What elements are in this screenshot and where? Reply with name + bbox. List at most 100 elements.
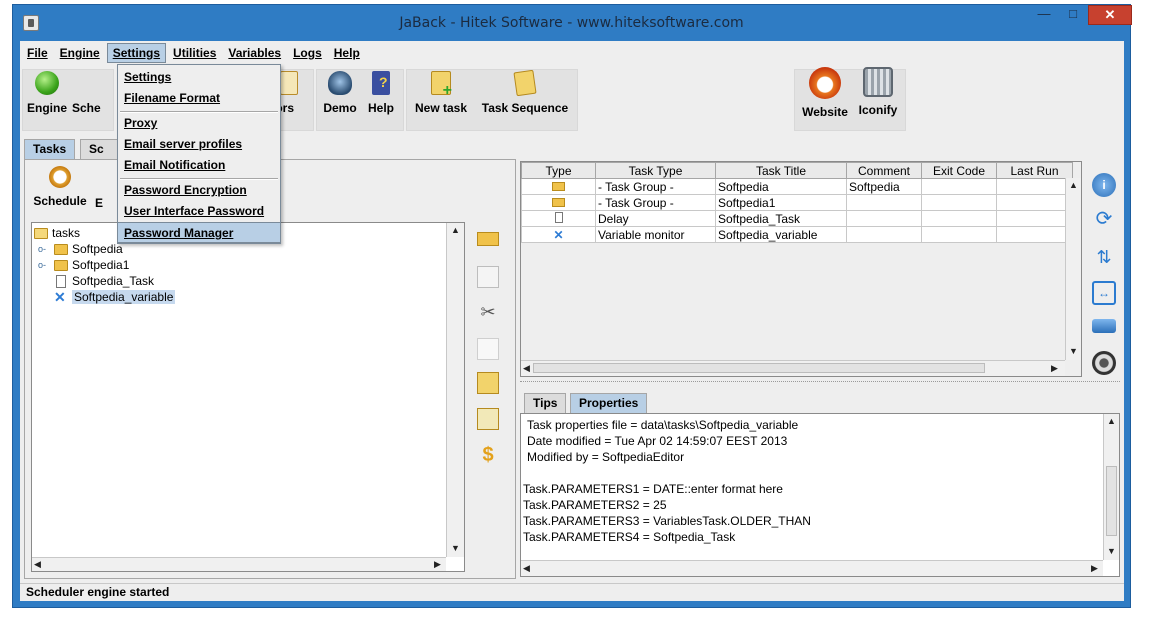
menu-utilities[interactable]: Utilities	[168, 44, 221, 62]
scroll-down-arrow[interactable]: ▼	[1107, 546, 1116, 556]
engine-button[interactable]: Engine	[26, 71, 68, 115]
splitter[interactable]	[520, 381, 1120, 385]
properties-horizontal-scrollbar[interactable]: ◀ ▶	[521, 560, 1103, 576]
schedule-toolbar-button[interactable]: Sche	[72, 71, 112, 115]
menu-item-password-encryption[interactable]: Password Encryption	[118, 180, 280, 201]
edit-icon[interactable]	[477, 372, 499, 394]
tree-item-softpedia1[interactable]: Softpedia1	[54, 257, 129, 273]
horizontal-scroll-thumb[interactable]	[533, 363, 985, 373]
tree-root[interactable]: tasks	[34, 225, 80, 241]
expand-toggle-softpedia1[interactable]: o-	[38, 261, 46, 270]
table-horizontal-scrollbar[interactable]: ◀ ▶	[521, 360, 1065, 376]
folder-icon	[54, 259, 68, 271]
new-task-button[interactable]: New task	[410, 71, 472, 115]
tree-item-softpedia-variable[interactable]: ✕ Softpedia_variable	[54, 289, 176, 305]
scroll-right-arrow[interactable]: ▶	[1051, 363, 1058, 374]
scroll-left-arrow[interactable]: ◀	[523, 363, 530, 374]
folder-icon	[54, 243, 68, 255]
property-line: Date modified = Tue Apr 02 14:59:07 EEST…	[527, 434, 788, 448]
schedule-toolbar-label: Sche	[72, 101, 101, 115]
column-header-task-type[interactable]: Task Type	[595, 162, 716, 179]
schedule-button[interactable]: Schedule	[29, 166, 91, 208]
menu-logs[interactable]: Logs	[288, 44, 327, 62]
info-icon[interactable]: i	[1092, 173, 1116, 197]
table-row[interactable]: - Task Group - Softpedia1	[521, 194, 1073, 211]
client-area: File Engine Settings Utilities Variables…	[20, 41, 1124, 601]
table-row[interactable]: Delay Softpedia_Task	[521, 210, 1073, 227]
property-line: Task.PARAMETERS2 = 25	[523, 498, 667, 512]
menu-settings[interactable]: Settings	[106, 43, 167, 63]
tab-tips[interactable]: Tips	[524, 393, 567, 413]
column-header-exit-code[interactable]: Exit Code	[921, 162, 997, 179]
toggle-icon[interactable]	[1092, 319, 1116, 333]
menu-item-email-server-profiles[interactable]: Email server profiles	[118, 134, 280, 155]
menu-item-email-notification[interactable]: Email Notification	[118, 155, 280, 176]
new-folder-icon[interactable]	[477, 232, 499, 246]
task-table[interactable]: Type Task Type Task Title Comment Exit C…	[521, 162, 1073, 243]
tab-tasks[interactable]: Tasks	[24, 139, 76, 159]
scroll-right-arrow[interactable]: ▶	[434, 559, 441, 570]
expand-toggle-softpedia[interactable]: o-	[38, 245, 46, 254]
tree-item-softpedia-task[interactable]: Softpedia_Task	[56, 273, 154, 289]
scroll-down-arrow[interactable]: ▼	[451, 543, 460, 553]
tree-horizontal-scrollbar[interactable]: ◀ ▶	[32, 557, 446, 571]
variable-icon: ✕	[553, 227, 564, 242]
property-line: Task.PARAMETERS4 = Softpedia_Task	[523, 530, 736, 544]
checklist-icon[interactable]	[477, 408, 499, 430]
tree-root-label: tasks	[52, 226, 81, 240]
scroll-left-arrow[interactable]: ◀	[523, 563, 530, 574]
tree-item-softpedia[interactable]: Softpedia	[54, 241, 123, 257]
menu-variables[interactable]: Variables	[223, 44, 286, 62]
scroll-right-arrow[interactable]: ▶	[1091, 563, 1098, 574]
column-header-task-title[interactable]: Task Title	[715, 162, 847, 179]
minimize-button[interactable]: —	[1030, 5, 1058, 25]
task-sequence-button[interactable]: Task Sequence	[476, 69, 574, 115]
table-row[interactable]: ✕ Variable monitor Softpedia_variable	[521, 226, 1073, 243]
menu-file[interactable]: File	[22, 44, 53, 62]
exit-code-cell	[921, 210, 997, 227]
tree-vertical-scrollbar[interactable]: ▲ ▼	[446, 223, 464, 557]
menu-help[interactable]: Help	[329, 44, 365, 62]
close-button[interactable]: ✕	[1088, 5, 1132, 25]
target-icon[interactable]	[1092, 351, 1116, 375]
menu-item-user-interface-password[interactable]: User Interface Password	[118, 201, 280, 222]
cut-icon[interactable]: ✂	[477, 302, 499, 324]
tab-second[interactable]: Sc	[80, 139, 120, 159]
title-bar[interactable]: JaBack - Hitek Software - www.hitek​soft…	[13, 5, 1132, 41]
maximize-button[interactable]: □	[1059, 5, 1087, 25]
properties-vertical-scrollbar[interactable]: ▲ ▼	[1103, 414, 1119, 560]
iconify-button[interactable]: Iconify	[854, 67, 902, 117]
paste-icon[interactable]	[477, 338, 499, 360]
menu-item-password-manager[interactable]: Password Manager	[118, 222, 280, 243]
column-header-last-run[interactable]: Last Run	[996, 162, 1073, 179]
scroll-up-arrow[interactable]: ▲	[1069, 180, 1078, 190]
menu-item-settings[interactable]: Settings	[118, 67, 280, 88]
menu-engine[interactable]: Engine	[55, 44, 105, 62]
left-tool-partial[interactable]: E	[95, 166, 113, 210]
sort-icon[interactable]: ⇅	[1092, 245, 1116, 269]
menu-item-filename-format[interactable]: Filename Format	[118, 88, 280, 109]
scroll-left-arrow[interactable]: ◀	[34, 559, 41, 570]
table-row[interactable]: - Task Group - Softpedia Softpedia	[521, 178, 1073, 195]
task-type-cell: Variable monitor	[595, 226, 716, 243]
scroll-down-arrow[interactable]: ▼	[1069, 346, 1078, 356]
task-type-cell: - Task Group -	[595, 178, 716, 195]
vertical-scroll-thumb[interactable]	[1106, 466, 1117, 536]
menu-item-proxy[interactable]: Proxy	[118, 113, 280, 134]
scroll-up-arrow[interactable]: ▲	[1107, 416, 1116, 426]
tab-properties[interactable]: Properties	[570, 393, 648, 413]
resize-columns-icon[interactable]: ↔	[1092, 281, 1116, 305]
properties-text-area[interactable]: Task properties file = data\tasks\Softpe…	[520, 413, 1120, 577]
table-vertical-scrollbar[interactable]: ▲ ▼	[1065, 178, 1081, 360]
website-button[interactable]: Website	[798, 67, 852, 119]
column-header-type[interactable]: Type	[521, 162, 596, 179]
column-header-comment[interactable]: Comment	[846, 162, 922, 179]
copy-icon[interactable]	[477, 266, 499, 288]
tasks-tree[interactable]: tasks o- Softpedia o- Softpedia1 Softped…	[31, 222, 465, 572]
help-button[interactable]: Help	[364, 71, 398, 115]
refresh-icon[interactable]: ⟳	[1092, 207, 1116, 231]
scroll-up-arrow[interactable]: ▲	[451, 225, 460, 235]
last-run-cell	[996, 226, 1073, 243]
demo-button[interactable]: Demo	[320, 71, 360, 115]
dollar-icon[interactable]: $	[477, 444, 499, 466]
